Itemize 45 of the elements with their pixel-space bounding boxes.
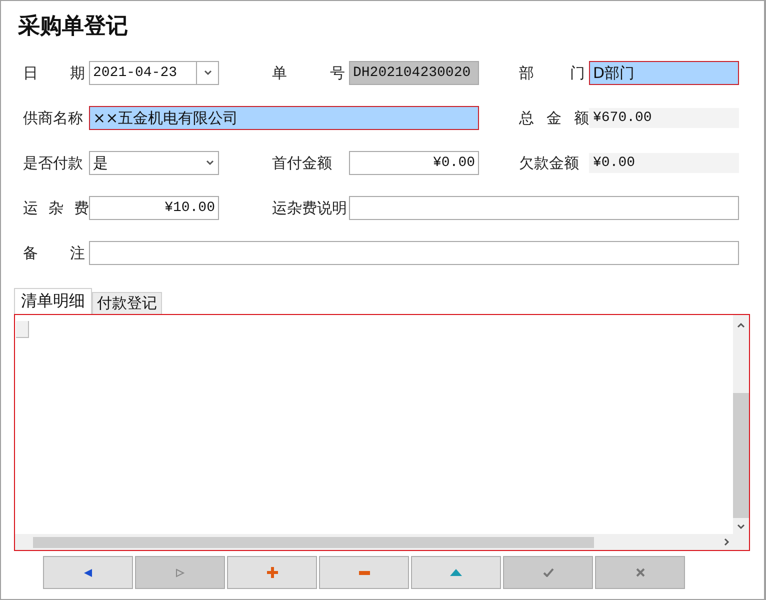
up-triangle-icon [450,569,462,576]
left-triangle-icon [83,568,93,578]
field-label: 日 期 [23,63,86,84]
remove-button[interactable] [319,556,409,589]
field-label: 总 金 额 [519,108,589,129]
vertical-scrollbar[interactable] [733,315,749,534]
tab[interactable]: 清单明细 [14,288,92,314]
horizontal-scrollbar[interactable] [15,534,733,550]
amount-display: ¥670.00 [589,108,739,128]
field-label: 运 杂 费 [23,198,89,219]
field-label: 运杂费说明 [272,198,348,219]
row-header [16,321,29,338]
up-button[interactable] [411,556,501,589]
field-label: 部 门 [519,63,586,84]
checkmark-icon [542,568,554,577]
close-icon [636,568,644,577]
minus-icon [358,570,370,574]
field-label: 备 注 [23,243,86,264]
add-button[interactable] [227,556,317,589]
field-label: 首付金额 [272,153,333,174]
scrollbar-thumb[interactable] [33,536,594,548]
text-field[interactable]: ××五金机电有限公司 [89,106,479,130]
scrollbar-thumb[interactable] [733,393,749,518]
field-label: 单 号 [272,63,346,84]
date-field[interactable]: 2021-04-23 [89,61,197,85]
field-label: 欠款金额 [519,153,580,174]
amount-field[interactable]: ¥10.00 [89,196,219,220]
field-label: 是否付款 [23,153,84,174]
amount-field[interactable]: ¥0.00 [349,151,479,175]
text-field[interactable] [89,241,739,265]
window-title: 采购单登记 [17,13,129,41]
text-field[interactable] [349,196,739,220]
tab[interactable]: 付款登记 [92,292,162,314]
text-field[interactable]: D部门 [589,61,739,85]
prev-button[interactable] [43,556,133,589]
field-label: 供商名称 [23,108,84,129]
amount-display: ¥0.00 [589,153,739,173]
right-triangle-icon [175,568,185,578]
chevron-down-icon [205,158,215,168]
chevron-down-icon [202,68,212,78]
chevron-down-icon [736,522,746,532]
plus-icon [266,567,278,578]
dropdown-field[interactable]: 是 [89,151,219,175]
date-dropdown-button[interactable] [197,61,219,85]
order-number-field[interactable]: DH202104230020 [349,61,479,85]
